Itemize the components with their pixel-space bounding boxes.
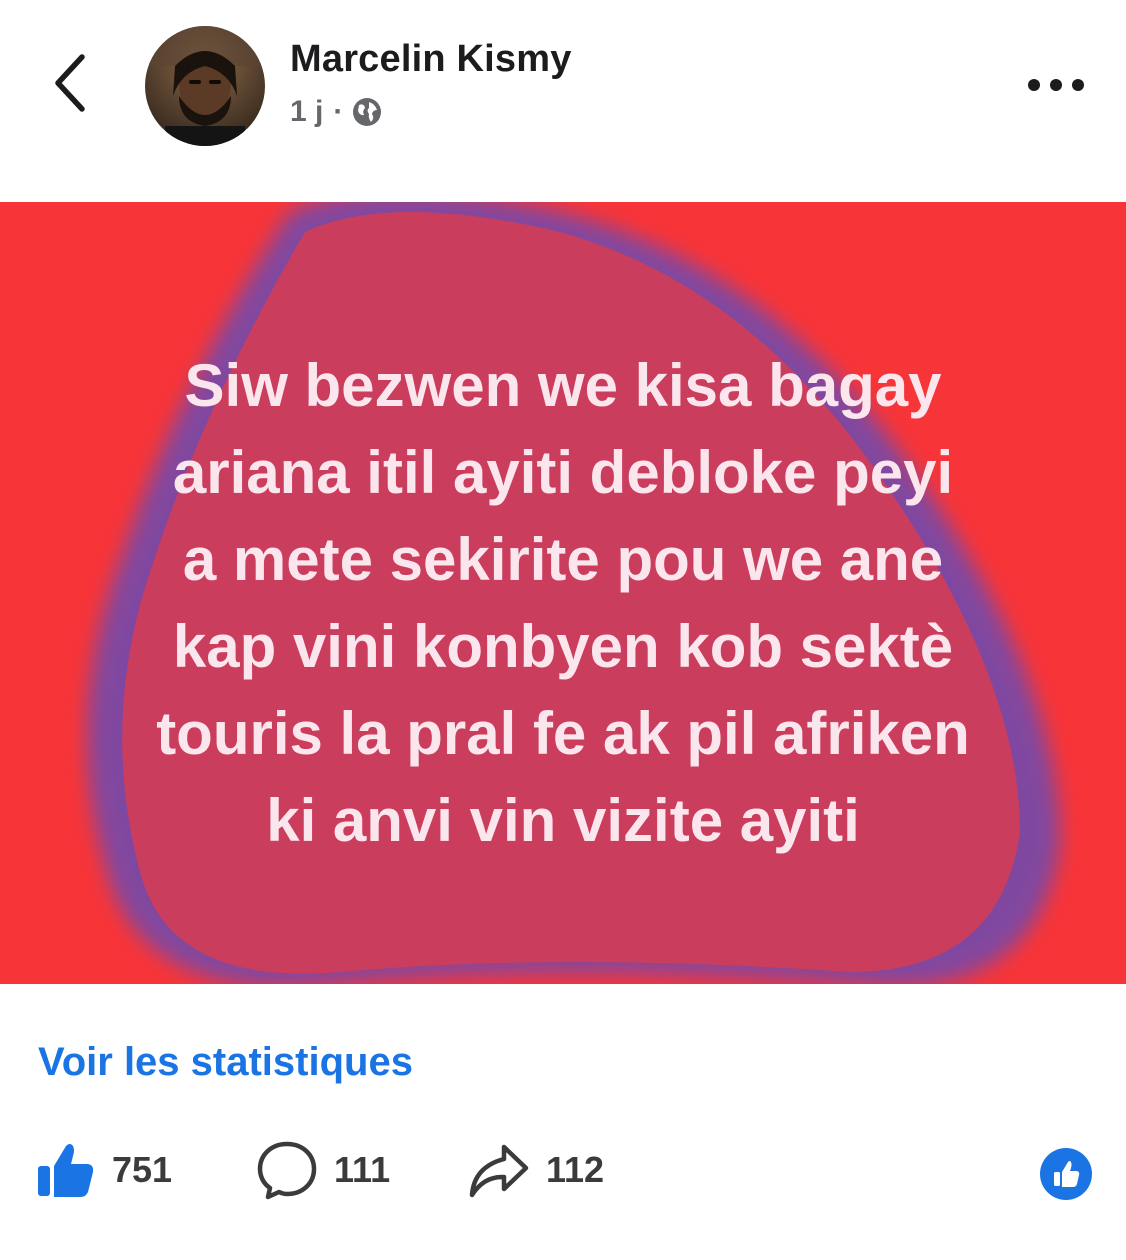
post-text-line: a mete sekirite pou we ane	[182, 526, 944, 593]
post-text-line: ariana itil ayiti debloke peyi	[172, 439, 954, 506]
comment-icon	[257, 1141, 317, 1200]
share-count: 112	[546, 1149, 605, 1190]
post-text-line: touris la pral fe ak pil afriken	[156, 700, 970, 767]
share-icon	[469, 1144, 529, 1198]
like-button[interactable]: 751	[36, 1138, 172, 1202]
meta-separator: ·	[333, 95, 344, 128]
share-button[interactable]: 112	[468, 1138, 604, 1202]
post-text-line: kap vini konbyen kob sektè	[172, 613, 954, 680]
comment-count: 111	[334, 1149, 391, 1190]
more-options-button[interactable]	[1016, 60, 1096, 110]
post-text-line: ki anvi vin vizite ayiti	[266, 787, 860, 854]
back-button[interactable]	[40, 48, 100, 118]
more-horizontal-icon	[1028, 79, 1084, 91]
like-count: 751	[112, 1149, 173, 1190]
post-text-line: Siw bezwen we kisa bagay	[184, 352, 942, 419]
post-time[interactable]: 1 j	[290, 95, 323, 129]
chevron-left-icon	[55, 54, 85, 112]
thumbs-up-icon	[1054, 1161, 1080, 1187]
post-image[interactable]: Siw bezwen we kisa bagay ariana itil ayi…	[0, 202, 1126, 984]
reaction-like-badge[interactable]	[1040, 1148, 1092, 1200]
globe-icon[interactable]	[351, 96, 383, 128]
post-screen: Marcelin Kismy 1 j · Siw bezwen we kisa …	[0, 0, 1126, 1260]
author-name[interactable]: Marcelin Kismy	[290, 38, 572, 81]
thumbs-up-icon	[38, 1144, 94, 1197]
post-text: Siw bezwen we kisa bagay ariana itil ayi…	[60, 342, 1066, 864]
avatar[interactable]	[145, 26, 265, 146]
avatar-image	[145, 26, 265, 146]
post-meta: 1 j ·	[290, 92, 383, 132]
comment-button[interactable]: 111	[256, 1138, 390, 1202]
view-stats-link[interactable]: Voir les statistiques	[38, 1040, 413, 1085]
